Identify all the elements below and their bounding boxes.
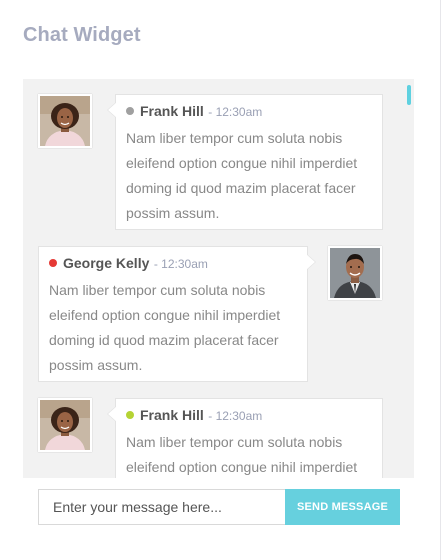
- scrollbar-thumb[interactable]: [407, 85, 411, 105]
- sender-name[interactable]: Frank Hill: [140, 103, 204, 119]
- message-text: Nam liber tempor cum soluta nobis eleife…: [49, 282, 281, 373]
- message-time: - 12:30am: [153, 257, 208, 271]
- chat-scrollbar[interactable]: [405, 79, 414, 478]
- status-dot-busy: [49, 258, 57, 267]
- message-input[interactable]: [38, 489, 285, 525]
- message-bubble-1: Frank Hill - 12:30am Nam liber tempor cu…: [107, 94, 383, 230]
- message-bubble-3: Frank Hill - 12:30am Nam liber tempor cu…: [107, 398, 383, 478]
- avatar-woman: [38, 94, 92, 148]
- message-bubble-2: George Kelly - 12:30am Nam liber tempor …: [38, 246, 316, 382]
- status-dot-online: [126, 410, 134, 419]
- status-dot-offline: [126, 106, 134, 115]
- chat-message-list[interactable]: Frank Hill - 12:30am Nam liber tempor cu…: [23, 79, 414, 478]
- avatar-man: [328, 246, 382, 300]
- message-text: Nam liber tempor cum soluta nobis eleife…: [126, 130, 358, 221]
- message-time: - 12:30am: [208, 105, 263, 119]
- sender-name[interactable]: George Kelly: [63, 255, 149, 271]
- widget-title: Chat Widget: [23, 24, 141, 46]
- message-text: Nam liber tempor cum soluta nobis eleife…: [126, 434, 358, 475]
- send-message-button[interactable]: SEND MESSAGE: [285, 489, 400, 525]
- message-time: - 12:30am: [208, 409, 263, 423]
- woman-avatar-icon: [40, 96, 90, 146]
- woman-avatar-icon: [40, 400, 90, 450]
- avatar-woman: [38, 398, 92, 452]
- sender-name[interactable]: Frank Hill: [140, 407, 204, 423]
- man-avatar-icon: [330, 248, 380, 298]
